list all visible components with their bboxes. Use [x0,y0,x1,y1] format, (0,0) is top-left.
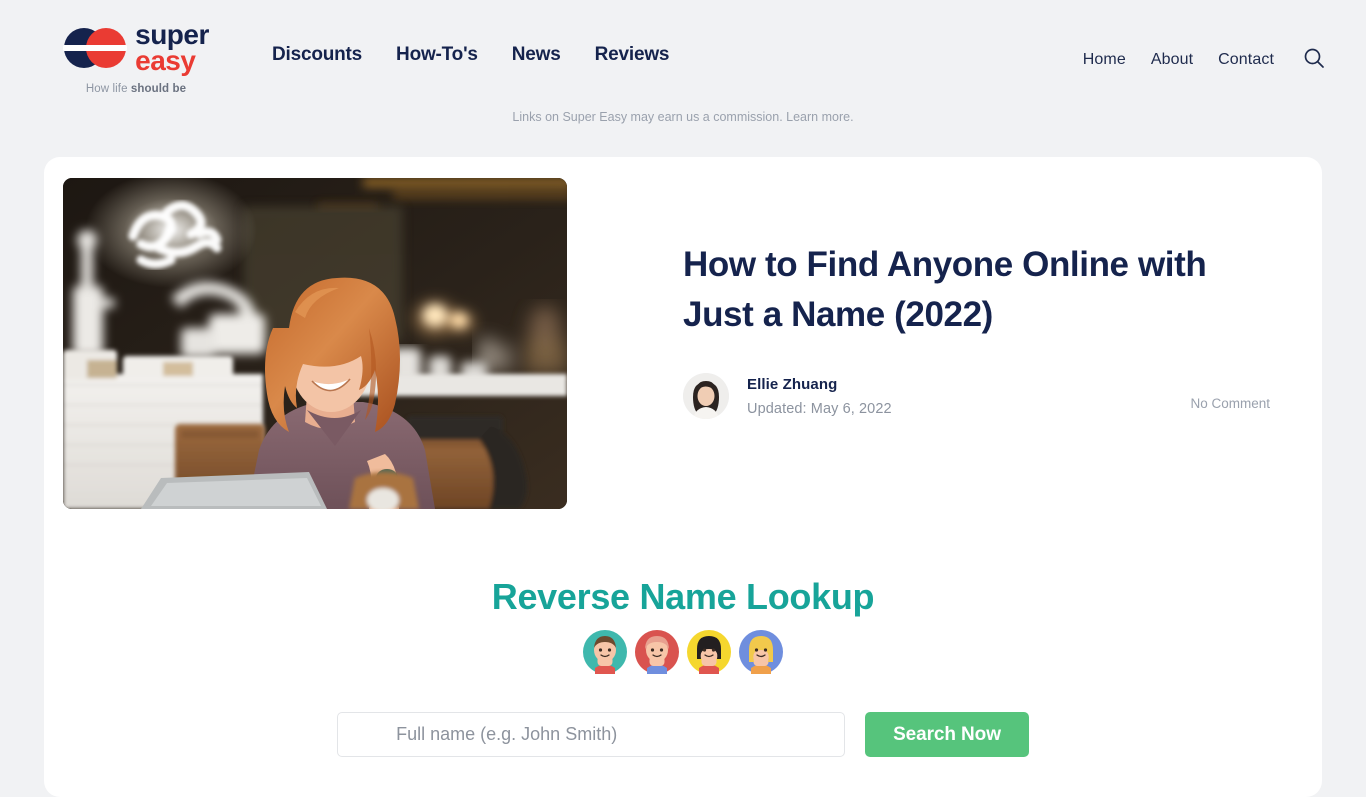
reverse-name-lookup-widget: Reverse Name Lookup Full name (e.g. John… [44,576,1322,757]
article-meta: How to Find Anyone Online with Just a Na… [567,178,1322,509]
logo-row: super easy [63,19,209,76]
site-logo[interactable]: super easy How life should be [38,0,234,95]
logo-wordmark: super easy [135,19,209,76]
logo-tagline: How life should be [86,83,186,95]
search-toggle-button[interactable] [1302,46,1326,73]
byline: Ellie Zhuang Updated: May 6, 2022 No Com… [683,373,1270,420]
full-name-input[interactable] [337,712,846,757]
nav-item-discounts[interactable]: Discounts [272,44,362,66]
article-header: How to Find Anyone Online with Just a Na… [44,157,1322,509]
nav-item-reviews[interactable]: Reviews [595,44,670,66]
avatar-red-icon [635,630,679,674]
logo-word-easy: easy [135,44,196,76]
avatar-blue-icon [739,630,783,674]
page-title: How to Find Anyone Online with Just a Na… [683,245,1207,334]
lookup-title: Reverse Name Lookup [491,576,875,617]
disclaimer-text: Links on Super Easy may earn us a commis… [512,110,787,124]
primary-navigation: Discounts How-To's News Reviews [272,0,669,66]
tagline-regular: How life [85,82,131,95]
avatar-yellow-icon [687,630,731,674]
affiliate-disclaimer: Links on Super Easy may earn us a commis… [0,110,1366,124]
name-lookup-form: Search Now [44,712,1322,757]
disclaimer-learn-more-link[interactable]: Learn more. [786,110,853,124]
nav-item-contact[interactable]: Contact [1218,51,1274,69]
search-icon [1302,46,1326,73]
search-now-button[interactable]: Search Now [865,712,1029,757]
nav-item-news[interactable]: News [512,44,561,66]
article-hero-image [63,178,567,509]
article-card: How to Find Anyone Online with Just a Na… [44,157,1322,797]
nav-item-home[interactable]: Home [1083,51,1126,69]
nav-item-about[interactable]: About [1151,51,1193,69]
tagline-bold: should be [130,82,187,95]
avatar [683,373,729,420]
byline-text: Ellie Zhuang Updated: May 6, 2022 [747,376,892,417]
lookup-avatar-row [44,630,1322,674]
utility-navigation: Home About Contact [1083,0,1348,73]
site-header: super easy How life should be Discounts … [0,0,1366,112]
avatar-teal-icon [583,630,627,674]
updated-date: Updated: May 6, 2022 [747,400,892,417]
nav-item-how-tos[interactable]: How-To's [396,44,478,66]
author-name[interactable]: Ellie Zhuang [747,376,892,393]
logo-word-super: super [135,19,209,50]
supereasy-logo-mark [63,26,128,70]
comment-count[interactable]: No Comment [1190,382,1270,411]
